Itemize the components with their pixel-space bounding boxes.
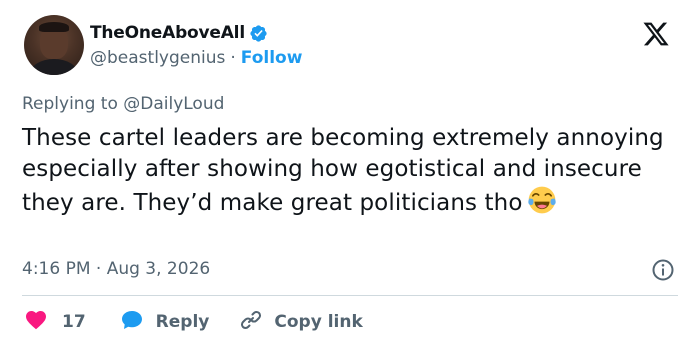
divider	[22, 295, 678, 296]
handle-row: @beastlygenius · Follow	[90, 48, 302, 68]
reply-bubble-icon	[120, 308, 144, 337]
follow-button[interactable]: Follow	[241, 48, 303, 68]
reply-mention-link[interactable]: @DailyLoud	[123, 94, 224, 114]
heart-icon	[24, 308, 48, 337]
action-bar: 17 Reply Copy link	[24, 309, 363, 335]
avatar[interactable]	[24, 15, 84, 75]
link-icon	[239, 308, 263, 337]
x-logo-icon[interactable]	[641, 20, 671, 48]
face-with-tears-of-joy-icon	[527, 185, 557, 215]
timestamp[interactable]: 4:16 PM · Aug 3, 2026	[22, 259, 210, 279]
tweet-text: These cartel leaders are becoming extrem…	[22, 123, 682, 219]
user-handle[interactable]: @beastlygenius	[90, 48, 225, 68]
verified-badge-icon	[249, 24, 268, 43]
reply-label: Reply	[155, 312, 210, 332]
like-count: 17	[62, 312, 86, 332]
reply-button[interactable]: Reply	[120, 308, 210, 337]
info-icon[interactable]	[651, 258, 675, 282]
separator-dot: ·	[230, 48, 236, 68]
author-name-row: TheOneAboveAll	[90, 22, 268, 44]
copy-link-button[interactable]: Copy link	[239, 308, 363, 337]
replying-to: Replying to @DailyLoud	[22, 94, 224, 114]
reply-prefix: Replying to	[22, 94, 118, 114]
like-button[interactable]: 17	[24, 308, 86, 337]
copy-link-label: Copy link	[274, 312, 363, 332]
display-name[interactable]: TheOneAboveAll	[90, 23, 245, 43]
tweet-body: These cartel leaders are becoming extrem…	[22, 125, 664, 216]
